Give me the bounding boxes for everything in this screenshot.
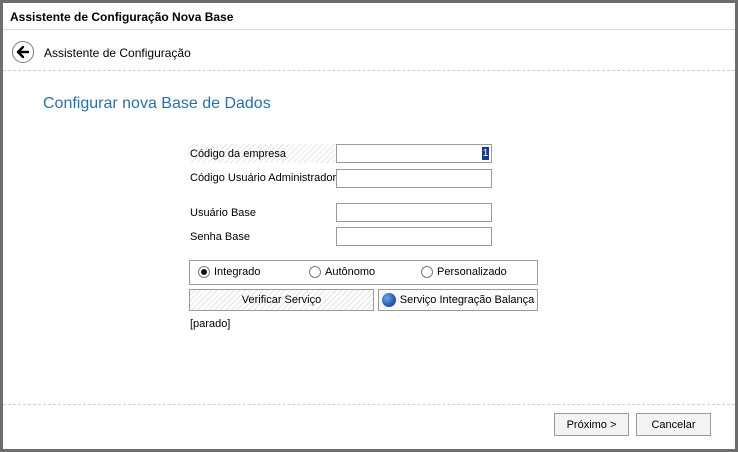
mode-radio-group: Integrado Autônomo Personalizado [189,260,538,285]
radio-unchecked-icon [309,266,321,278]
cancelar-label: Cancelar [651,418,696,431]
radio-integrado-label: Integrado [214,266,261,278]
back-button[interactable] [12,41,34,63]
text-cursor: 1 [482,147,489,160]
radio-autonomo-label: Autônomo [325,266,376,278]
arrow-left-icon [16,45,30,59]
codigo-empresa-input[interactable]: 1 [336,144,492,163]
usuario-base-input[interactable] [336,203,492,222]
radio-checked-icon [198,266,210,278]
cancelar-button[interactable]: Cancelar [636,413,711,436]
codigo-empresa-label-text: Código da empresa [190,148,287,160]
globe-icon [381,293,396,307]
navigation-bar: Assistente de Configuração [3,31,735,71]
verificar-servico-button[interactable]: Verificar Serviço [189,289,374,311]
radio-personalizado-label: Personalizado [437,266,507,278]
verificar-servico-label: Verificar Serviço [241,294,322,306]
footer-divider [3,404,735,405]
usuario-base-label: Usuário Base [190,207,257,219]
page-title: Configurar nova Base de Dados [43,95,271,112]
proximo-label: Próximo > [566,418,617,431]
servico-balanca-button[interactable]: Serviço Integração Balança [378,289,538,311]
codigo-admin-label: Código Usuário Administrador [190,172,337,184]
radio-integrado[interactable]: Integrado [198,266,260,278]
codigo-empresa-label: Código da empresa [188,144,335,163]
wizard-window: Assistente de Configuração Nova Base Ass… [0,0,738,452]
radio-unchecked-icon [421,266,433,278]
service-status: [parado] [190,318,231,330]
servico-balanca-label: Serviço Integração Balança [399,294,535,306]
window-title: Assistente de Configuração Nova Base [10,10,234,24]
proximo-button[interactable]: Próximo > [554,413,629,436]
codigo-admin-input[interactable] [336,169,492,188]
radio-autonomo[interactable]: Autônomo [309,266,375,278]
senha-base-label: Senha Base [190,231,250,243]
radio-personalizado[interactable]: Personalizado [421,266,507,278]
title-bar: Assistente de Configuração Nova Base [3,3,735,30]
nav-title: Assistente de Configuração [44,46,191,60]
senha-base-input[interactable] [336,227,492,246]
